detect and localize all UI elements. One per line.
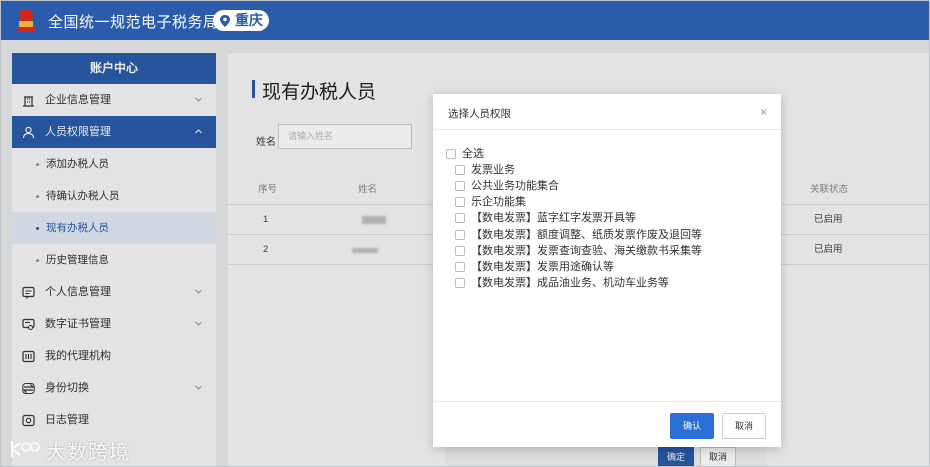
- checkbox-icon: [455, 165, 465, 175]
- checkbox-label: 发票业务: [471, 164, 515, 176]
- checkbox-icon: [455, 262, 465, 272]
- checkbox-icon: [455, 246, 465, 256]
- confirm-button[interactable]: 确认: [670, 413, 714, 439]
- top-header: 全国统一规范电子税务局 重庆: [0, 0, 930, 40]
- checkbox-icon: [455, 181, 465, 191]
- city-label: 重庆: [235, 12, 263, 28]
- permission-modal: 选择人员权限 × 全选 发票业务 公共业务功能集合 乐企功能集 【数电发票】蓝字…: [433, 94, 781, 447]
- checkbox-label: 公共业务功能集合: [471, 180, 559, 192]
- checkbox-icon: [455, 213, 465, 223]
- checkbox-icon: [455, 230, 465, 240]
- close-icon[interactable]: ×: [760, 105, 767, 119]
- tax-emblem-icon: [17, 9, 35, 31]
- checkbox-label: 【数电发票】发票查询查验、海关缴款书采集等: [471, 245, 702, 257]
- checkbox-label: 乐企功能集: [471, 196, 526, 208]
- location-pin-icon: [220, 15, 230, 27]
- divider: [433, 129, 781, 130]
- checkbox-label: 【数电发票】额度调整、纸质发票作废及退回等: [471, 229, 702, 241]
- divider: [433, 401, 781, 402]
- checkbox-label: 【数电发票】成品油业务、机动车业务等: [471, 277, 669, 289]
- site-title: 全国统一规范电子税务局: [48, 14, 219, 31]
- checkbox-icon: [455, 278, 465, 288]
- watermark-logo-icon: [10, 441, 40, 457]
- city-switch-button[interactable]: 重庆: [213, 10, 269, 31]
- watermark-text: 大数跨境: [46, 442, 130, 464]
- checkbox-icon: [455, 197, 465, 207]
- checkbox-label: 全选: [462, 148, 484, 160]
- checkbox-label: 【数电发票】蓝字红字发票开具等: [471, 212, 636, 224]
- checkbox-label: 【数电发票】发票用途确认等: [471, 261, 614, 273]
- cancel-button[interactable]: 取消: [722, 413, 766, 439]
- checkbox-icon: [446, 149, 456, 159]
- modal-title: 选择人员权限: [448, 108, 511, 120]
